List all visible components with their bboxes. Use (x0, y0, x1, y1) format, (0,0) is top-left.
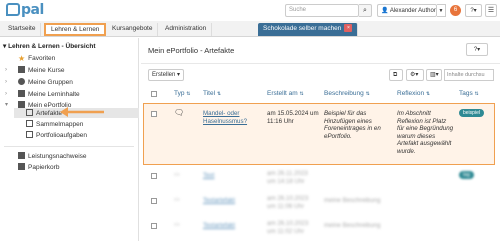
tag-badge[interactable]: beispiel (459, 109, 484, 117)
sidebar: ▾ Lehren & Lernen - Übersicht ★ Favoriten… (0, 38, 139, 241)
main-content: Mein ePortfolio - Artefakte ?▾ Erstellen… (141, 38, 500, 241)
row-checkbox[interactable] (151, 223, 157, 229)
trophy-icon (18, 152, 25, 159)
tab-administration[interactable]: Administration (160, 23, 213, 36)
tag-badge[interactable]: tag (459, 171, 474, 179)
sidebar-item-portfolioaufgaben[interactable]: Portfolioaufgaben (26, 131, 87, 139)
feather-icon (26, 109, 33, 116)
tab-course-schokolade[interactable]: Schokolade selber machen × (258, 23, 359, 36)
app-logo[interactable]: pal (6, 2, 44, 18)
sidebar-heading[interactable]: ▾ Lehren & Lernen - Übersicht (3, 42, 95, 50)
trash-icon (18, 163, 25, 170)
help-button[interactable]: ?▾ (466, 43, 488, 56)
chevron-right-icon[interactable]: › (5, 67, 7, 73)
copy-icon[interactable]: ⧉ (389, 69, 403, 81)
description-text: meine Beschreibung (324, 222, 381, 229)
folder-icon (26, 120, 33, 127)
sidebar-item-leistungsnachweise[interactable]: Leistungsnachweise (18, 152, 87, 160)
filter-input[interactable]: Inhalte durchsu (444, 69, 494, 81)
created-date: am 26.11.2023 um 14:18 Uhr (267, 170, 308, 185)
select-all-checkbox[interactable] (151, 91, 157, 97)
gear-icon[interactable]: ⚙▾ (406, 69, 424, 81)
forum-icon: 🗨 (174, 108, 185, 117)
column-header-beschreibung[interactable]: Beschreibung ⇅ (324, 90, 370, 97)
star-icon: ★ (18, 54, 26, 63)
sidebar-item-papierkorb[interactable]: Papierkorb (18, 163, 59, 171)
search-input[interactable]: Suche (285, 4, 359, 17)
user-name: Alexander Author (389, 8, 436, 14)
artifact-title-link[interactable]: Textartefakt (203, 222, 235, 230)
sidebar-divider (4, 146, 134, 147)
tab-lehren-lernen[interactable]: Lehren & Lernen (44, 23, 107, 36)
user-menu-button[interactable]: 👤 Alexander Author (377, 4, 437, 17)
task-icon (26, 131, 33, 138)
document-icon: ▭ (174, 171, 180, 178)
row-checkbox[interactable] (151, 198, 157, 204)
columns-icon[interactable]: ▥▾ (426, 69, 442, 81)
portfolio-icon (18, 101, 25, 108)
tab-kursangebote[interactable]: Kursangebote (107, 23, 159, 36)
sidebar-item-sammelmappen[interactable]: Sammelmappen (26, 120, 83, 128)
menu-icon[interactable]: ☰ (485, 4, 497, 17)
chevron-right-icon[interactable]: › (5, 91, 7, 97)
created-date: am 26.10.2023 um 11:02 Uhr (267, 220, 309, 235)
document-icon: ▭ (174, 196, 180, 203)
document-icon: ▭ (174, 221, 180, 228)
top-header: pal Suche ⌕ 👤 Alexander Author ▼ 6 ?▾ ☰ (0, 0, 500, 21)
artifact-title-link[interactable]: Textartefakt (203, 197, 235, 205)
description-text: meine Beschreibung (324, 197, 381, 204)
arrow-pointer-icon (60, 107, 104, 117)
notification-badge[interactable]: 6 (450, 5, 461, 16)
sidebar-item-favoriten[interactable]: ★ Favoriten (18, 54, 55, 63)
reflection-text: Im Abschnitt Reflexion ist Platz für ein… (397, 110, 454, 155)
column-header-tags[interactable]: Tags ⇅ (459, 90, 479, 97)
close-icon[interactable]: × (344, 24, 353, 33)
artifact-title-link[interactable]: Mandel- oder Haselnussmus? (203, 110, 258, 125)
created-date: am 26.10.2023 um 11:06 Uhr (267, 195, 309, 210)
chevron-right-icon[interactable]: › (5, 79, 7, 85)
main-nav: Startseite Lehren & Lernen Kursangebote … (0, 21, 500, 37)
tab-course-label: Schokolade selber machen (263, 25, 342, 32)
description-text: Beispiel für das Hinzufügen eines Forene… (324, 110, 381, 140)
column-header-typ[interactable]: Typ ⇅ (174, 90, 191, 97)
grid-icon (18, 66, 25, 73)
created-date: am 15.05.2024 um 11:16 Uhr (267, 110, 319, 125)
group-icon (18, 78, 25, 85)
column-header-reflexion[interactable]: Reflexion ⇅ (397, 90, 430, 97)
book-icon (18, 90, 25, 97)
help-button[interactable]: ?▾ (465, 4, 482, 17)
search-icon[interactable]: ⌕ (359, 4, 372, 17)
column-header-titel[interactable]: Titel ⇅ (203, 90, 221, 97)
column-header-erstellt[interactable]: Erstellt am ⇅ (267, 90, 304, 97)
sidebar-item-meine-kurse[interactable]: Meine Kurse (18, 66, 65, 74)
sidebar-item-artefakte[interactable]: Artefakte (26, 109, 62, 117)
table-header: Typ ⇅ Titel ⇅ Erstellt am ⇅ Beschreibung… (141, 90, 500, 102)
divider (141, 63, 500, 64)
artifact-title-link[interactable]: Text (203, 172, 214, 180)
sidebar-item-meine-gruppen[interactable]: Meine Gruppen (18, 78, 73, 86)
sidebar-item-meine-lerninhalte[interactable]: Meine Lerninhalte (18, 90, 80, 98)
page-title: Mein ePortfolio - Artefakte (148, 46, 235, 55)
chevron-down-icon[interactable]: ▼ (437, 4, 446, 17)
row-checkbox[interactable] (151, 111, 157, 117)
chevron-down-icon[interactable]: ▾ (5, 101, 8, 108)
create-dropdown-button[interactable]: Erstellen ▾ (148, 69, 185, 81)
tab-startseite[interactable]: Startseite (3, 23, 42, 36)
row-checkbox[interactable] (151, 173, 157, 179)
